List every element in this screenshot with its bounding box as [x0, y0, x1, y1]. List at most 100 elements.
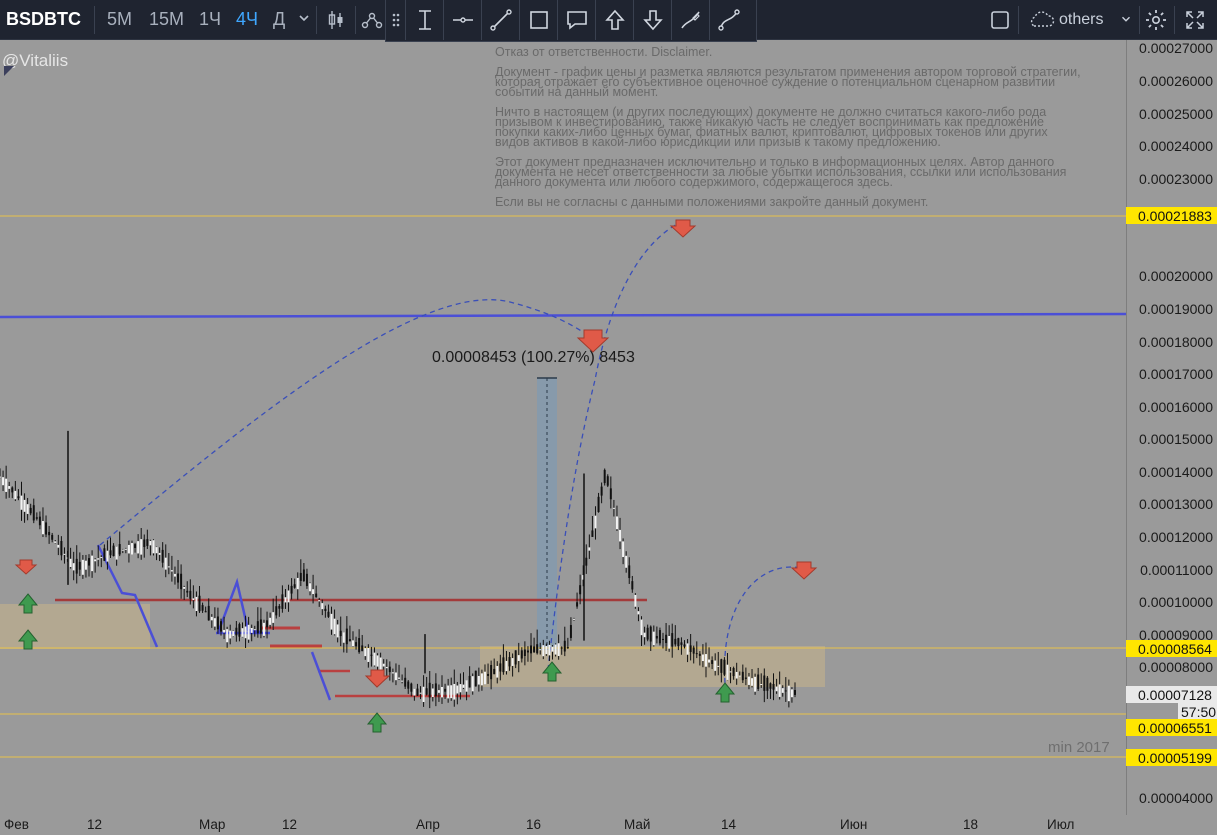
- candle-body: [91, 555, 94, 572]
- candle-body: [545, 646, 548, 655]
- time-tick: Фев: [4, 817, 29, 832]
- callout-icon[interactable]: [558, 0, 596, 40]
- indicators-icon[interactable]: [360, 8, 384, 32]
- cursor-tool-icon[interactable]: [406, 0, 444, 40]
- price-tick: 0.00017000: [1139, 366, 1213, 382]
- candle-body: [364, 648, 367, 657]
- brush-icon[interactable]: [672, 0, 710, 40]
- candle-body: [370, 654, 373, 656]
- candle-body: [278, 606, 281, 609]
- candle-body: [419, 692, 422, 694]
- candle-body: [382, 663, 385, 667]
- rectangle-tool-icon[interactable]: [520, 0, 558, 40]
- candle-body: [109, 550, 112, 556]
- others-dropdown[interactable]: others: [1027, 0, 1137, 40]
- candle-body: [787, 685, 790, 702]
- candle-body: [8, 486, 11, 489]
- candle-body: [106, 550, 109, 562]
- horizontal-line-icon[interactable]: [444, 0, 482, 40]
- symbol-button[interactable]: BSDBTC: [6, 9, 81, 30]
- candle-body: [152, 540, 155, 554]
- expand-icon[interactable]: [1183, 8, 1207, 32]
- candle-body: [327, 611, 330, 617]
- drawing-toolbar: [385, 0, 757, 42]
- gear-icon[interactable]: [1144, 8, 1168, 32]
- candle-body: [701, 654, 704, 662]
- candle-body: [121, 549, 124, 551]
- timeframe-15m[interactable]: 15M: [149, 9, 184, 30]
- candle-body: [318, 600, 321, 602]
- candle-body: [434, 683, 437, 697]
- trend-line-icon[interactable]: [482, 0, 520, 40]
- candles-icon[interactable]: [324, 8, 348, 32]
- arrow-up-icon[interactable]: [596, 0, 634, 40]
- candle-body: [5, 478, 8, 492]
- sell-arrow-icon: [364, 669, 391, 688]
- candle-body: [45, 522, 48, 535]
- candle-body: [134, 544, 137, 549]
- price-badge-min: 0.00005199: [1126, 749, 1217, 766]
- candle-body: [471, 676, 474, 692]
- candle-body: [394, 672, 397, 681]
- candle-body: [769, 683, 772, 689]
- candle-body: [253, 629, 256, 631]
- timeframe-1h[interactable]: 1Ч: [199, 9, 221, 30]
- candle-body: [137, 541, 140, 554]
- candle-body: [305, 573, 308, 587]
- candle-body: [140, 539, 143, 555]
- min-2017-label: min 2017: [1048, 739, 1110, 756]
- candle-body: [652, 631, 655, 646]
- candle-body: [640, 619, 643, 636]
- candle-body: [173, 573, 176, 577]
- candle-body: [54, 541, 57, 543]
- candle-body: [480, 673, 483, 686]
- arrow-down-icon[interactable]: [634, 0, 672, 40]
- candle-body: [189, 590, 192, 599]
- candle-body: [483, 671, 486, 685]
- candle-body: [290, 585, 293, 594]
- candle-body: [41, 521, 44, 535]
- candle-body: [680, 642, 683, 645]
- sell-arrow-icon: [14, 559, 38, 575]
- candle-body: [207, 605, 210, 621]
- candle-body: [241, 628, 244, 637]
- fullscreen-checkbox-icon[interactable]: [988, 8, 1012, 32]
- candle-body: [51, 534, 54, 540]
- disclaimer-text: Отказ от ответственности. Disclaimer. До…: [495, 46, 1085, 217]
- candle-body: [358, 638, 361, 653]
- timeframe-4h[interactable]: 4Ч: [236, 9, 258, 30]
- candle-body: [462, 684, 465, 688]
- candle-body: [94, 559, 97, 562]
- candle-body: [628, 565, 631, 579]
- candle-body: [81, 559, 84, 575]
- chevron-down-icon[interactable]: [296, 10, 312, 26]
- time-axis[interactable]: Фев 12 Мар 12 Апр 16 Май 14 Июн 18 Июл: [0, 815, 1217, 835]
- candle-body: [38, 516, 41, 526]
- disclaimer-paragraph: Документ - график цены и разметка являют…: [495, 65, 1081, 99]
- timeframe-1d[interactable]: Д: [273, 9, 285, 30]
- candle-body: [569, 625, 572, 638]
- price-tick: 0.00020000: [1139, 268, 1213, 284]
- separator: [1139, 6, 1140, 34]
- candle-body: [11, 487, 14, 493]
- candle-body: [287, 590, 290, 603]
- candle-body: [723, 659, 726, 675]
- candle-body: [778, 684, 781, 697]
- time-tick: 18: [963, 817, 979, 832]
- corner-marker-icon: [4, 66, 14, 76]
- candle-body: [315, 593, 318, 598]
- timeframe-5m[interactable]: 5M: [107, 9, 132, 30]
- candle-body: [195, 596, 198, 612]
- candle-body: [164, 557, 167, 570]
- drag-handle-icon[interactable]: [386, 0, 406, 40]
- candle-body: [441, 686, 444, 698]
- path-tool-icon[interactable]: [710, 0, 748, 40]
- candle-body: [361, 645, 364, 652]
- candle-body: [216, 616, 219, 630]
- candle-body: [269, 617, 272, 625]
- time-tick: Май: [624, 817, 651, 832]
- candle-body: [244, 626, 247, 639]
- candle-body: [226, 629, 229, 643]
- resistance-line: [0, 312, 1126, 319]
- candle-body: [588, 547, 591, 551]
